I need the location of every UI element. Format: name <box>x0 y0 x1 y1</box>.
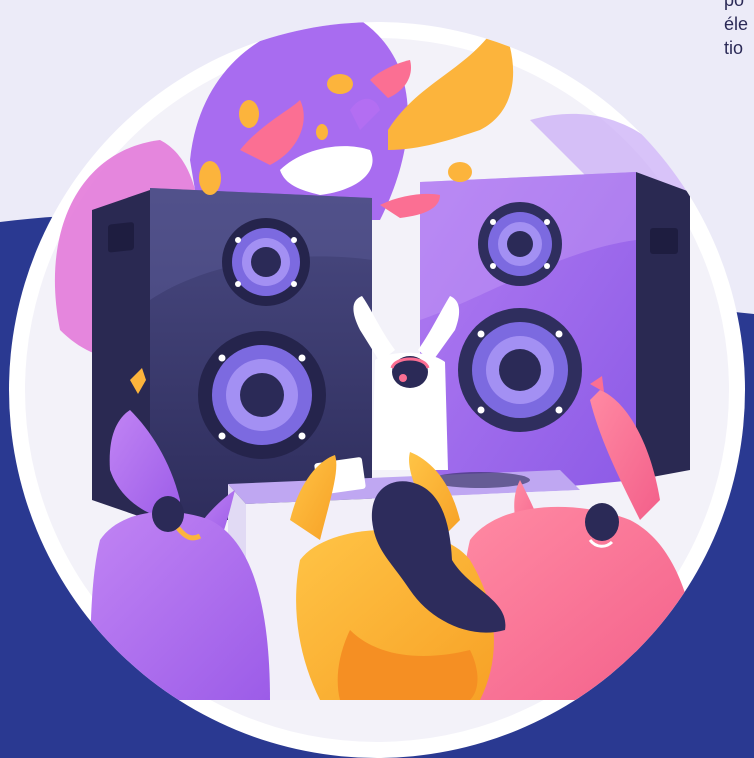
page: po éle tio <box>0 0 754 758</box>
right-speaker <box>420 172 690 500</box>
party-illustration <box>9 22 745 758</box>
